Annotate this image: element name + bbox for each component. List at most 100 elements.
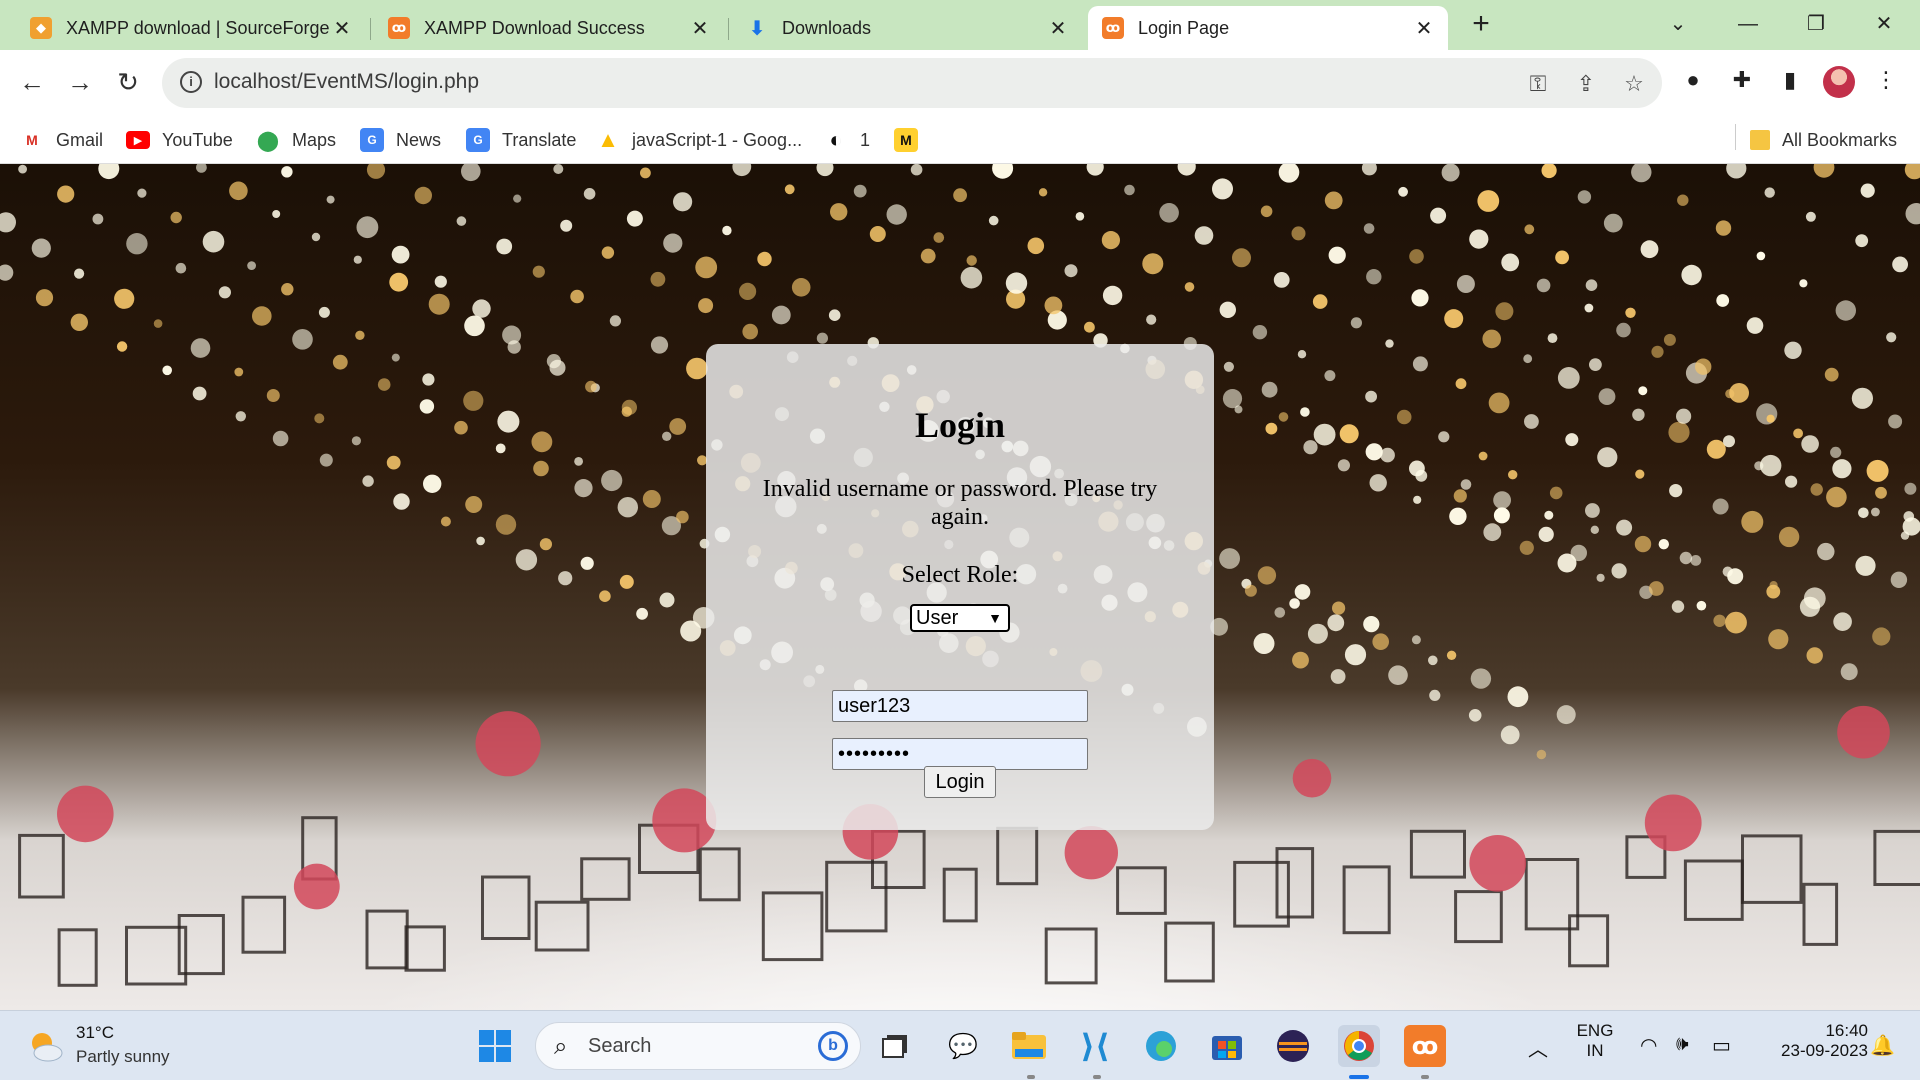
translate-icon: G <box>466 128 490 152</box>
news-icon: G <box>360 128 384 152</box>
file-explorer-icon[interactable] <box>1008 1025 1050 1067</box>
bookmark-label: javaScript-1 - Goog... <box>632 129 803 150</box>
notifications-icon[interactable]: 🔔 <box>1870 1033 1895 1058</box>
close-icon[interactable]: ✕ <box>332 16 352 41</box>
close-icon[interactable]: ✕ <box>1414 16 1434 41</box>
tab-login-page[interactable]: ꝏ Login Page ✕ <box>1088 6 1448 50</box>
bookmark-youtube[interactable]: ▶ YouTube <box>126 126 233 154</box>
clock-date: 23-09-2023 <box>1781 1041 1868 1060</box>
search-label: Search <box>588 1035 652 1057</box>
battery-icon[interactable]: ▭ <box>1712 1033 1731 1058</box>
language-indicator[interactable]: ENG IN <box>1570 1021 1620 1061</box>
show-hidden-icons-chevron-icon[interactable]: ︿ <box>1528 1033 1548 1062</box>
bookmark-javascript-doc[interactable]: ▲ javaScript-1 - Goog... <box>596 126 802 154</box>
side-panel-icon[interactable]: ▮ <box>1774 64 1806 96</box>
back-button[interactable]: ← <box>14 64 50 100</box>
folder-icon <box>1750 130 1770 150</box>
windows-start-icon[interactable] <box>474 1025 516 1067</box>
xampp-icon: ꝏ <box>388 17 410 39</box>
tab-downloads[interactable]: ⬇ Downloads ✕ <box>732 6 1082 50</box>
bookmark-label: Maps <box>292 129 337 150</box>
bookmarks-bar: M Gmail ▶ YouTube ⬤ Maps G News G Transl… <box>0 116 1920 164</box>
sourceforge-icon: ◆ <box>30 17 52 39</box>
bookmark-label: Gmail <box>56 129 104 150</box>
partly-sunny-icon[interactable] <box>26 1027 64 1065</box>
tab-xampp-success[interactable]: ꝏ XAMPP Download Success ✕ <box>374 6 724 50</box>
tab-title: XAMPP Download Success <box>424 17 645 38</box>
login-button[interactable]: Login <box>924 766 996 798</box>
running-indicator <box>1421 1075 1429 1079</box>
url-text[interactable]: localhost/EventMS/login.php <box>214 70 479 94</box>
tab-title: Login Page <box>1138 17 1230 38</box>
restore-button[interactable]: ❐ <box>1788 6 1844 42</box>
xampp-icon: ꝏ <box>1102 17 1124 39</box>
key-icon[interactable]: ⚿ <box>1524 70 1552 98</box>
login-card: Login Invalid username or password. Plea… <box>706 344 1214 830</box>
tab-search-chevron-icon[interactable]: ⌄ <box>1650 6 1706 42</box>
bookmark-news[interactable]: G News <box>360 126 441 154</box>
microsoft-store-icon[interactable] <box>1206 1025 1248 1067</box>
site-info-icon[interactable]: i <box>180 71 202 93</box>
bookmark-label: Translate <box>502 129 577 150</box>
share-icon[interactable]: ⇪ <box>1572 70 1600 98</box>
forward-button[interactable]: → <box>62 64 98 100</box>
eclipse-icon[interactable] <box>1272 1025 1314 1067</box>
all-bookmarks-label: All Bookmarks <box>1782 129 1898 150</box>
bookmark-star-icon[interactable]: ☆ <box>1620 70 1648 98</box>
miro-icon: M <box>894 128 918 152</box>
role-select[interactable]: User ▼ <box>910 604 1010 632</box>
task-view-icon[interactable] <box>874 1025 916 1067</box>
tab-separator <box>370 18 371 40</box>
language-region: IN <box>1586 1041 1604 1060</box>
xampp-taskbar-icon[interactable]: ꝏ <box>1404 1025 1446 1067</box>
wifi-icon[interactable]: ◠ <box>1640 1033 1657 1058</box>
weather-temperature[interactable]: 31°C <box>76 1023 114 1043</box>
all-bookmarks[interactable]: All Bookmarks <box>1750 126 1897 154</box>
bookmark-translate[interactable]: G Translate <box>466 126 576 154</box>
bookmark-maps[interactable]: ⬤ Maps <box>256 126 336 154</box>
clock[interactable]: 16:40 23-09-2023 <box>1752 1021 1868 1061</box>
bookmark-label: 1 <box>860 129 871 150</box>
bookmark-label: YouTube <box>162 129 233 150</box>
address-bar[interactable]: i localhost/EventMS/login.php ⚿ ⇪ ☆ <box>162 58 1662 108</box>
globe-icon: ◐ <box>829 127 843 152</box>
download-icon: ⬇ <box>748 17 766 40</box>
page-background: Login Invalid username or password. Plea… <box>0 164 1920 1010</box>
google-drive-icon: ▲ <box>597 127 619 152</box>
puzzle-extensions-icon[interactable]: ✚ <box>1726 64 1758 96</box>
bookmark-label: News <box>396 129 442 150</box>
bookmark-miro[interactable]: M <box>894 126 930 154</box>
bookmark-one[interactable]: ◐ 1 <box>824 126 870 154</box>
taskbar-search[interactable]: ⌕ Search b <box>535 1022 861 1070</box>
running-indicator <box>1027 1075 1035 1079</box>
bookmarks-separator <box>1735 124 1736 150</box>
gmail-icon: M <box>26 132 38 148</box>
edge-icon[interactable] <box>1140 1025 1182 1067</box>
new-tab-button[interactable]: + <box>1466 9 1496 40</box>
menu-kebab-icon[interactable]: ⋮ <box>1870 64 1902 96</box>
weather-description[interactable]: Partly sunny <box>76 1047 170 1067</box>
username-input[interactable]: user123 <box>832 690 1088 722</box>
running-indicator <box>1093 1075 1101 1079</box>
tab-title: XAMPP download | SourceForge <box>66 17 330 38</box>
minimize-button[interactable]: — <box>1720 6 1776 42</box>
chat-icon[interactable]: 💬 <box>942 1025 984 1067</box>
bing-icon[interactable]: b <box>818 1031 848 1061</box>
chevron-down-icon: ▼ <box>988 610 1002 626</box>
close-icon[interactable]: ✕ <box>1048 16 1068 41</box>
login-heading: Login <box>914 405 1006 445</box>
profile-avatar[interactable] <box>1823 66 1855 98</box>
vscode-icon[interactable]: ⟩⟨ <box>1074 1025 1116 1067</box>
youtube-icon: ▶ <box>126 131 150 149</box>
search-icon: ⌕ <box>554 1033 568 1060</box>
extension-icon[interactable]: ● <box>1677 64 1709 96</box>
volume-icon[interactable]: 🕪 <box>1676 1033 1689 1056</box>
bookmark-gmail[interactable]: M Gmail <box>20 126 103 154</box>
chrome-icon[interactable] <box>1338 1025 1380 1067</box>
role-label: Select Role: <box>901 562 1019 588</box>
reload-button[interactable]: ↻ <box>110 64 146 100</box>
window-close-button[interactable]: ✕ <box>1856 6 1912 42</box>
close-icon[interactable]: ✕ <box>690 16 710 41</box>
tab-separator <box>728 18 729 40</box>
tab-xampp-sourceforge[interactable]: ◆ XAMPP download | SourceForge ✕ <box>16 6 366 50</box>
